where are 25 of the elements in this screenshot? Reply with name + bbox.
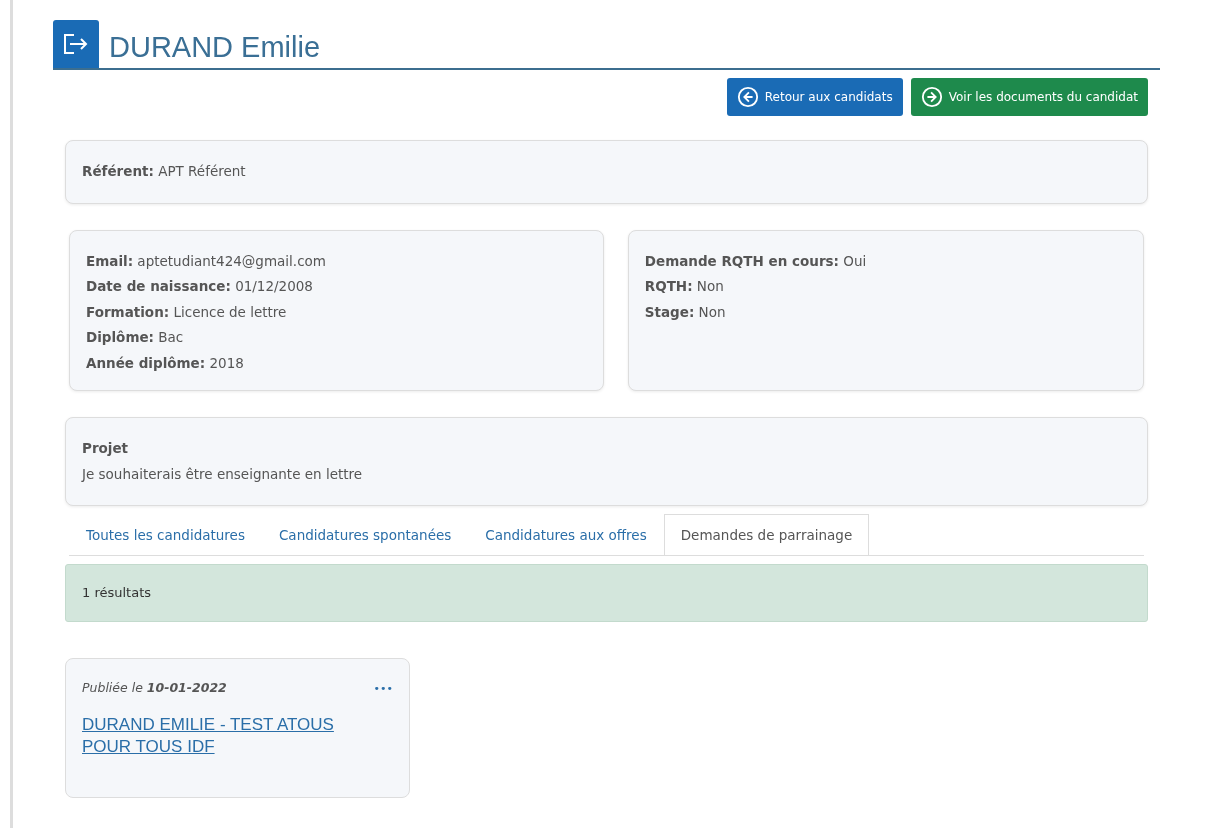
info-line: Formation: Licence de lettre: [86, 302, 288, 322]
tab[interactable]: Candidatures spontanées: [261, 514, 469, 556]
referent-text: Référent: APT Référent: [82, 162, 247, 181]
right-arrow-circle-icon: [920, 86, 943, 108]
offer-title-link[interactable]: DURAND EMILIE - TEST ATOUS POUR TOUS IDF: [82, 713, 372, 760]
project-text: Je souhaiterais être enseignante en lettre: [82, 464, 364, 484]
results-banner: 1 résultats: [65, 564, 1148, 622]
info-line: Date de naissance: 01/12/2008: [86, 277, 314, 296]
back-button[interactable]: Retour aux candidats: [726, 78, 903, 116]
tab[interactable]: Toutes les candidatures: [69, 514, 262, 556]
left-arrow-circle-icon: [736, 86, 759, 108]
info-line: Année diplôme: 2018: [86, 353, 245, 373]
info-line: Demande RQTH en cours: Oui: [644, 251, 868, 271]
page-title: DURAND Emilie: [109, 33, 321, 65]
documents-button[interactable]: Voir les documents du candidat: [910, 78, 1148, 116]
info-line: Stage: Non: [644, 302, 727, 322]
info-line: Diplôme: Bac: [86, 328, 185, 347]
more-menu-button[interactable]: •••: [373, 682, 393, 694]
published-date: Publiée le 10-01-2022: [82, 678, 227, 697]
tab[interactable]: Candidatures aux offres: [468, 514, 664, 556]
info-line: RQTH: Non: [644, 277, 725, 296]
exit-icon: [53, 20, 99, 68]
project-heading: Projet: [82, 439, 130, 458]
info-line: Email: aptetudiant424@gmail.com: [86, 251, 327, 271]
tab[interactable]: Demandes de parrainage: [663, 514, 870, 556]
